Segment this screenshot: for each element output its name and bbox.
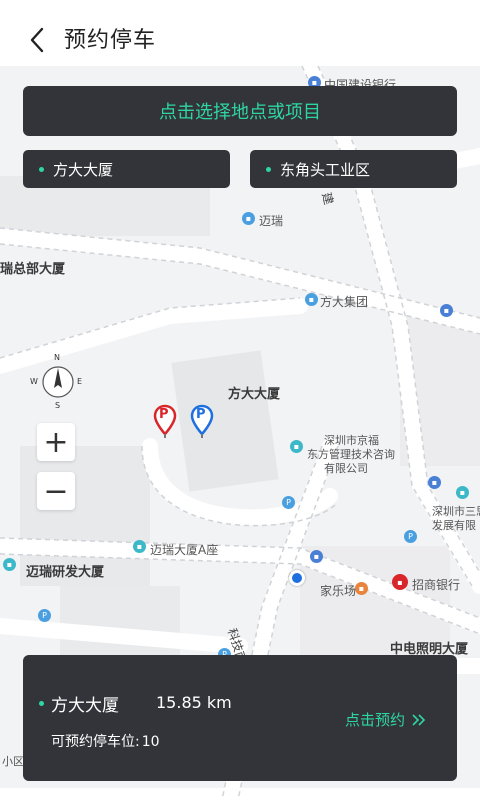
parking-icon: P [282,496,295,509]
cmb-bank-icon: ▪ [392,574,408,590]
bullet-icon [39,701,44,706]
chevron-left-icon [30,27,44,53]
map-label: 发展有限 [432,519,476,532]
available-spaces: 可预约停车位: 10 [51,731,160,751]
map-label: 瑞总部大厦 [0,262,66,277]
bullet-icon [39,166,44,172]
pin-letter: P [159,407,169,422]
reserve-label: 点击预约 [345,711,406,729]
building-icon: ▪ [133,540,146,553]
map-label: 有限公司 [324,462,368,475]
back-button[interactable] [24,20,52,60]
bullet-icon [266,166,271,172]
pin-letter: P [196,407,206,422]
select-location-label: 点击选择地点或项目 [159,102,321,123]
parking-icon: P [38,609,51,622]
spaces-label: 可预约停车位: [51,734,140,750]
building-icon: ▪ [456,486,469,499]
parking-pin-red[interactable]: P [153,404,177,440]
page-title: 预约停车 [64,28,157,53]
compass-w: W [30,377,38,386]
bus-stop-icon: ▪ [310,550,323,563]
map-label: 方大大厦 [228,387,281,402]
map-label: 迈瑞研发大厦 [26,565,105,580]
zoom-in-button[interactable]: + [37,423,75,461]
map-label: 招商银行 [412,578,461,592]
parking-pin-blue[interactable]: P [190,404,214,440]
current-location-icon [289,570,305,586]
building-icon: ▪ [305,293,318,306]
map-label: 小区 [2,755,24,768]
double-chevron-right-icon [412,713,426,726]
parking-info-card: 方大大厦 15.85 km 可预约停车位: 10 点击预约 [23,655,457,781]
compass-s: S [55,401,61,410]
place-name: 方大大厦 [51,696,119,716]
distance-value: 15.85 km [156,693,232,712]
compass-n: N [54,353,60,362]
compass-e: E [77,377,83,386]
atm-icon: ▪ [428,476,441,489]
spaces-count: 10 [141,734,160,750]
compass-icon: N S W E [30,353,83,412]
map-label: 迈瑞 [259,214,284,228]
reserve-button[interactable]: 点击预约 [345,709,427,730]
chip-location-1[interactable]: 方大大厦 [23,150,230,188]
building-icon: ▪ [290,440,303,453]
chip-location-2[interactable]: 东角头工业区 [250,150,457,188]
building-icon: ▪ [3,558,16,571]
shop-icon: ▪ [355,582,368,595]
atm-icon: ▪ [440,304,453,317]
chip-label: 东角头工业区 [280,160,371,179]
zoom-out-button[interactable]: − [37,472,75,510]
building-icon: ▪ [242,212,255,225]
select-location-button[interactable]: 点击选择地点或项目 [23,86,457,136]
map-label: 迈瑞大厦A座 [150,543,219,557]
map-label: 方大集团 [320,295,369,309]
app-header: 预约停车 [0,0,480,66]
map-label: 家乐场 [320,584,357,598]
parking-icon: P [404,530,417,543]
chip-label: 方大大厦 [53,160,114,179]
